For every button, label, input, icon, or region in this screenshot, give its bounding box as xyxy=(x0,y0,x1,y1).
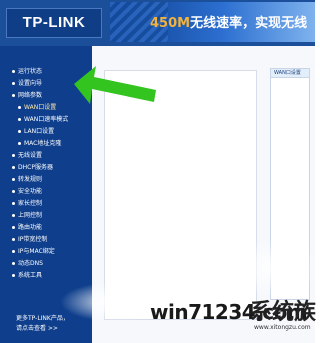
more-products-line2: 请点击查看 >> xyxy=(16,325,58,332)
sidebar-item-system-tools[interactable]: 系统工具 xyxy=(0,270,92,282)
glare-highlight xyxy=(128,150,188,260)
bullet-icon xyxy=(12,93,15,97)
sidebar-item-routing[interactable]: 路由功能 xyxy=(0,222,92,234)
sidebar-subitem-lan[interactable]: LAN口设置 xyxy=(0,126,92,138)
sidebar-item-label: 上网控制 xyxy=(18,212,43,219)
sidebar-item-label: 转发规则 xyxy=(18,176,43,183)
sidebar-item-label: 网络参数 xyxy=(18,92,43,99)
sidebar-item-label: MAC地址克隆 xyxy=(24,140,62,147)
sidebar-item-forwarding[interactable]: 转发规则 xyxy=(0,174,92,186)
sidebar-item-label: 系统工具 xyxy=(18,272,43,279)
sidebar-item-label: DHCP服务器 xyxy=(18,164,53,171)
banner-text: 无线速率，实现无线 xyxy=(190,16,308,31)
bullet-icon xyxy=(12,261,15,265)
sidebar-item-access-control[interactable]: 上网控制 xyxy=(0,210,92,222)
banner-slogan: 450M无线速率，实现无线 xyxy=(150,12,307,31)
sidebar-item-label: 无线设置 xyxy=(18,152,43,159)
sidebar-item-label: WAN口速率模式 xyxy=(24,116,69,123)
sidebar-item-dhcp[interactable]: DHCP服务器 xyxy=(0,162,92,174)
tp-link-logo: TP-LINK xyxy=(6,8,102,38)
sidebar-item-label: LAN口设置 xyxy=(24,128,55,135)
sidebar-item-ddns[interactable]: 动态DNS xyxy=(0,258,92,270)
sidebar-subitem-mac-clone[interactable]: MAC地址克隆 xyxy=(0,138,92,150)
bullet-icon xyxy=(18,105,21,109)
bullet-icon xyxy=(12,177,15,181)
header: TP-LINK 450M无线速率，实现无线 xyxy=(0,0,315,46)
more-products-link[interactable]: 更多TP-LINK产品， 请点击查看 >> xyxy=(16,314,69,334)
sidebar-item-parental-control[interactable]: 家长控制 xyxy=(0,198,92,210)
bullet-icon xyxy=(12,201,15,205)
sidebar-item-security[interactable]: 安全功能 xyxy=(0,186,92,198)
sidebar-item-label: 家长控制 xyxy=(18,200,43,207)
sidebar-subitem-wan-speed[interactable]: WAN口速率模式 xyxy=(0,114,92,126)
more-products-line1: 更多TP-LINK产品， xyxy=(16,315,69,322)
sidebar-item-label: 安全功能 xyxy=(18,188,43,195)
bullet-icon xyxy=(12,213,15,217)
bullet-icon xyxy=(18,129,21,133)
bullet-icon xyxy=(12,69,15,73)
watermark-sub: www.xitongzu.com xyxy=(254,324,311,331)
sidebar-item-label: 动态DNS xyxy=(18,260,43,267)
bullet-icon xyxy=(12,273,15,277)
watermark: win71234.com 系统族 www.xitongzu.com xyxy=(146,286,316,343)
sidebar-item-label: WAN口设置 xyxy=(24,104,57,111)
sidebar-item-label: IP与MAC绑定 xyxy=(18,248,55,255)
sidebar-item-label: 运行状态 xyxy=(18,68,43,75)
bullet-icon xyxy=(12,165,15,169)
arrow-annotation-icon xyxy=(74,66,156,104)
sidebar-item-bandwidth[interactable]: IP带宽控制 xyxy=(0,234,92,246)
bullet-icon xyxy=(12,153,15,157)
sidebar-item-label: 设置向导 xyxy=(18,80,43,87)
help-panel-header: WAN口设置 xyxy=(271,69,309,78)
sidebar-item-label: 路由功能 xyxy=(18,224,43,231)
bullet-icon xyxy=(18,141,21,145)
sidebar-item-wireless[interactable]: 无线设置 xyxy=(0,150,92,162)
bullet-icon xyxy=(12,237,15,241)
bullet-icon xyxy=(12,189,15,193)
header-banner: 450M无线速率，实现无线 xyxy=(110,2,315,42)
sidebar-item-ip-mac-binding[interactable]: IP与MAC绑定 xyxy=(0,246,92,258)
watermark-cn: 系统族 xyxy=(250,300,317,325)
bullet-icon xyxy=(12,81,15,85)
logo-text: TP-LINK xyxy=(22,14,86,31)
bullet-icon xyxy=(12,249,15,253)
bullet-icon xyxy=(18,117,21,121)
sidebar-item-label: IP带宽控制 xyxy=(18,236,48,243)
bullet-icon xyxy=(12,225,15,229)
banner-accent: 450M xyxy=(150,16,191,31)
